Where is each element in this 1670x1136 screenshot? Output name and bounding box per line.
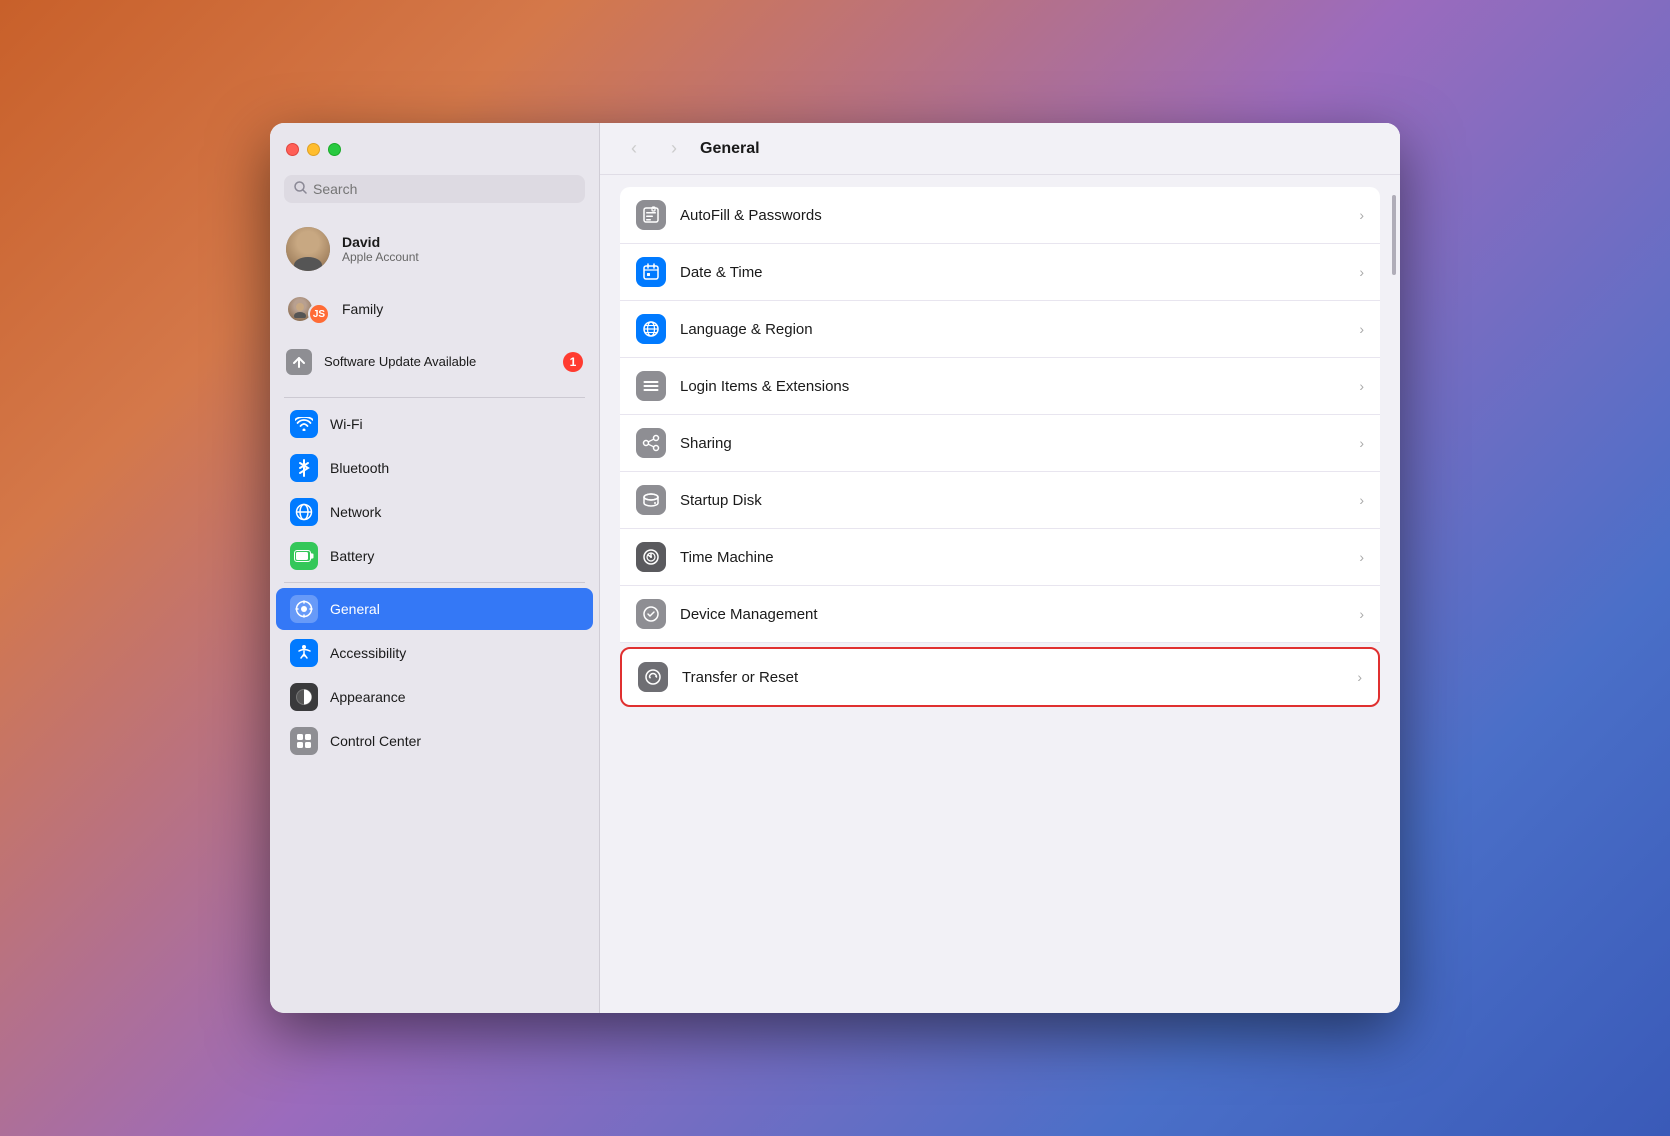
settings-label-login-items: Login Items & Extensions — [680, 378, 1345, 395]
control-center-icon — [290, 727, 318, 755]
autofill-icon — [636, 200, 666, 230]
time-machine-icon — [636, 542, 666, 572]
main-header: ‹ › General — [600, 123, 1400, 175]
update-title: Software Update Available — [324, 354, 476, 369]
chevron-autofill: › — [1359, 207, 1364, 223]
sidebar-item-wifi[interactable]: Wi-Fi — [276, 403, 593, 445]
main-content: ‹ › General AutoFill & Passwords — [600, 123, 1400, 1013]
user-subtitle: Apple Account — [342, 250, 419, 264]
settings-row-device-management[interactable]: Device Management › — [620, 586, 1380, 643]
settings-row-sharing[interactable]: Sharing › — [620, 415, 1380, 472]
settings-label-language: Language & Region — [680, 321, 1345, 338]
back-button[interactable]: ‹ — [620, 135, 648, 163]
user-name: David — [342, 234, 419, 250]
sidebar-item-control-center[interactable]: Control Center — [276, 720, 593, 762]
chevron-login-items: › — [1359, 378, 1364, 394]
update-badge: 1 — [563, 352, 583, 372]
settings-row-autofill[interactable]: AutoFill & Passwords › — [620, 187, 1380, 244]
appearance-icon — [290, 683, 318, 711]
sidebar-item-label-general: General — [330, 601, 380, 617]
user-info: David Apple Account — [342, 234, 419, 264]
settings-row-datetime[interactable]: Date & Time › — [620, 244, 1380, 301]
settings-row-login-items[interactable]: Login Items & Extensions › — [620, 358, 1380, 415]
sidebar-divider-2 — [284, 582, 585, 583]
sidebar-item-label-appearance: Appearance — [330, 689, 406, 705]
network-icon — [290, 498, 318, 526]
sidebar-item-family[interactable]: JS Family — [276, 285, 593, 333]
accessibility-icon — [290, 639, 318, 667]
sidebar-item-appearance[interactable]: Appearance — [276, 676, 593, 718]
battery-icon — [290, 542, 318, 570]
settings-label-startup-disk: Startup Disk — [680, 492, 1345, 509]
device-management-icon — [636, 599, 666, 629]
startup-disk-icon — [636, 485, 666, 515]
chevron-device-management: › — [1359, 606, 1364, 622]
settings-list: AutoFill & Passwords › Date & Time › — [600, 175, 1400, 1013]
sidebar-item-label-battery: Battery — [330, 548, 374, 564]
family-label: Family — [342, 301, 383, 317]
maximize-button[interactable] — [328, 143, 341, 156]
search-bar[interactable] — [284, 175, 585, 203]
forward-button[interactable]: › — [660, 135, 688, 163]
sidebar-item-network[interactable]: Network — [276, 491, 593, 533]
settings-label-device-management: Device Management — [680, 606, 1345, 623]
chevron-language: › — [1359, 321, 1364, 337]
sidebar-item-general[interactable]: General — [276, 588, 593, 630]
transfer-reset-icon — [638, 662, 668, 692]
chevron-sharing: › — [1359, 435, 1364, 451]
update-icon — [286, 349, 312, 375]
settings-label-time-machine: Time Machine — [680, 549, 1345, 566]
settings-row-transfer-reset[interactable]: Transfer or Reset › — [620, 647, 1380, 707]
wifi-icon — [290, 410, 318, 438]
sidebar-item-bluetooth[interactable]: Bluetooth — [276, 447, 593, 489]
chevron-transfer-reset: › — [1357, 669, 1362, 685]
settings-window: David Apple Account JS Family — [270, 123, 1400, 1013]
family-avatars: JS — [286, 293, 330, 325]
search-input[interactable] — [313, 181, 575, 197]
datetime-icon — [636, 257, 666, 287]
language-icon — [636, 314, 666, 344]
settings-label-autofill: AutoFill & Passwords — [680, 207, 1345, 224]
chevron-datetime: › — [1359, 264, 1364, 280]
login-items-icon — [636, 371, 666, 401]
sidebar: David Apple Account JS Family — [270, 123, 600, 1013]
scrollbar-thumb — [1392, 195, 1396, 275]
titlebar — [270, 123, 599, 175]
settings-label-sharing: Sharing — [680, 435, 1345, 452]
sidebar-item-label-wifi: Wi-Fi — [330, 416, 363, 432]
minimize-button[interactable] — [307, 143, 320, 156]
bluetooth-icon — [290, 454, 318, 482]
settings-row-startup-disk[interactable]: Startup Disk › — [620, 472, 1380, 529]
chevron-startup-disk: › — [1359, 492, 1364, 508]
general-icon — [290, 595, 318, 623]
settings-row-language[interactable]: Language & Region › — [620, 301, 1380, 358]
sidebar-item-label-control-center: Control Center — [330, 733, 421, 749]
search-icon — [294, 181, 307, 197]
sharing-icon — [636, 428, 666, 458]
settings-label-transfer-reset: Transfer or Reset — [682, 669, 1343, 686]
family-avatar-2: JS — [308, 303, 330, 325]
sidebar-item-accessibility[interactable]: Accessibility — [276, 632, 593, 674]
chevron-time-machine: › — [1359, 549, 1364, 565]
sidebar-item-battery[interactable]: Battery — [276, 535, 593, 577]
settings-row-time-machine[interactable]: Time Machine › — [620, 529, 1380, 586]
scrollbar[interactable] — [1391, 175, 1397, 1013]
main-title: General — [700, 140, 760, 158]
sidebar-item-label-accessibility: Accessibility — [330, 645, 406, 661]
user-profile[interactable]: David Apple Account — [276, 217, 593, 281]
close-button[interactable] — [286, 143, 299, 156]
avatar — [286, 227, 330, 271]
sidebar-item-label-bluetooth: Bluetooth — [330, 460, 389, 476]
sidebar-item-label-network: Network — [330, 504, 381, 520]
update-text: Software Update Available — [324, 353, 551, 371]
software-update-item[interactable]: Software Update Available 1 — [276, 339, 593, 385]
settings-label-datetime: Date & Time — [680, 264, 1345, 281]
sidebar-divider-1 — [284, 397, 585, 398]
